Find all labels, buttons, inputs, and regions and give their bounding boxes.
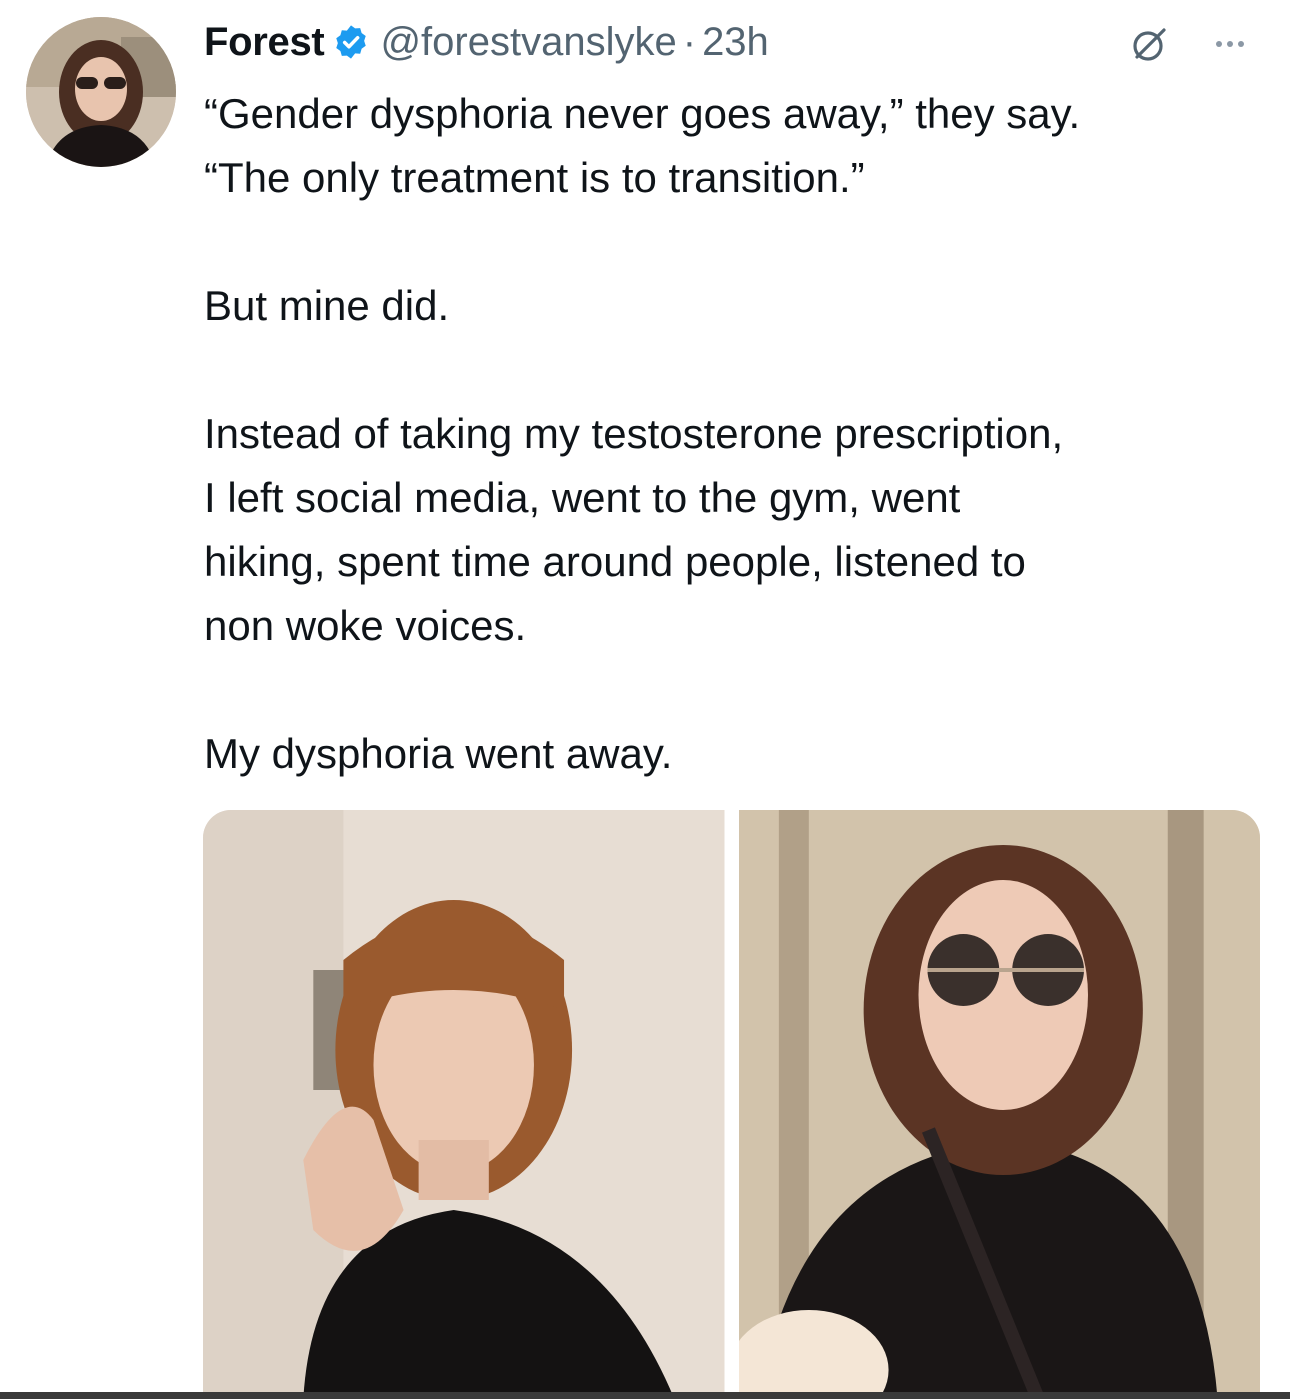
tweet-line: “The only treatment is to transition.” [204, 154, 865, 201]
tweet-line: But mine did. [204, 282, 450, 329]
verified-badge-icon [332, 23, 370, 61]
timestamp[interactable]: 23h [702, 20, 769, 65]
bottom-divider [0, 1392, 1290, 1399]
photo-before[interactable] [203, 810, 725, 1399]
grok-icon[interactable] [1128, 22, 1172, 66]
tweet-line: non woke voices. [204, 602, 527, 649]
tweet-line: Instead of taking my testosterone prescr… [204, 410, 1064, 457]
tweet[interactable]: Forest @forestvanslyke · 23h “Gender dys… [0, 0, 1290, 1399]
tweet-header: Forest @forestvanslyke · 23h [204, 14, 769, 70]
separator-dot: · [682, 19, 697, 64]
tweet-line: I left social media, went to the gym, we… [204, 474, 961, 521]
tweet-line: “Gender dysphoria never goes away,” they… [204, 90, 1081, 137]
more-options-icon[interactable] [1200, 24, 1260, 64]
handle[interactable]: @forestvanslyke [380, 20, 676, 65]
avatar[interactable] [26, 17, 176, 167]
media-grid [203, 810, 1260, 1399]
display-name[interactable]: Forest [204, 20, 325, 65]
tweet-line: hiking, spent time around people, listen… [204, 538, 1026, 585]
tweet-line: My dysphoria went away. [204, 730, 673, 777]
tweet-text: “Gender dysphoria never goes away,” they… [204, 82, 1274, 786]
photo-after[interactable] [738, 810, 1260, 1399]
